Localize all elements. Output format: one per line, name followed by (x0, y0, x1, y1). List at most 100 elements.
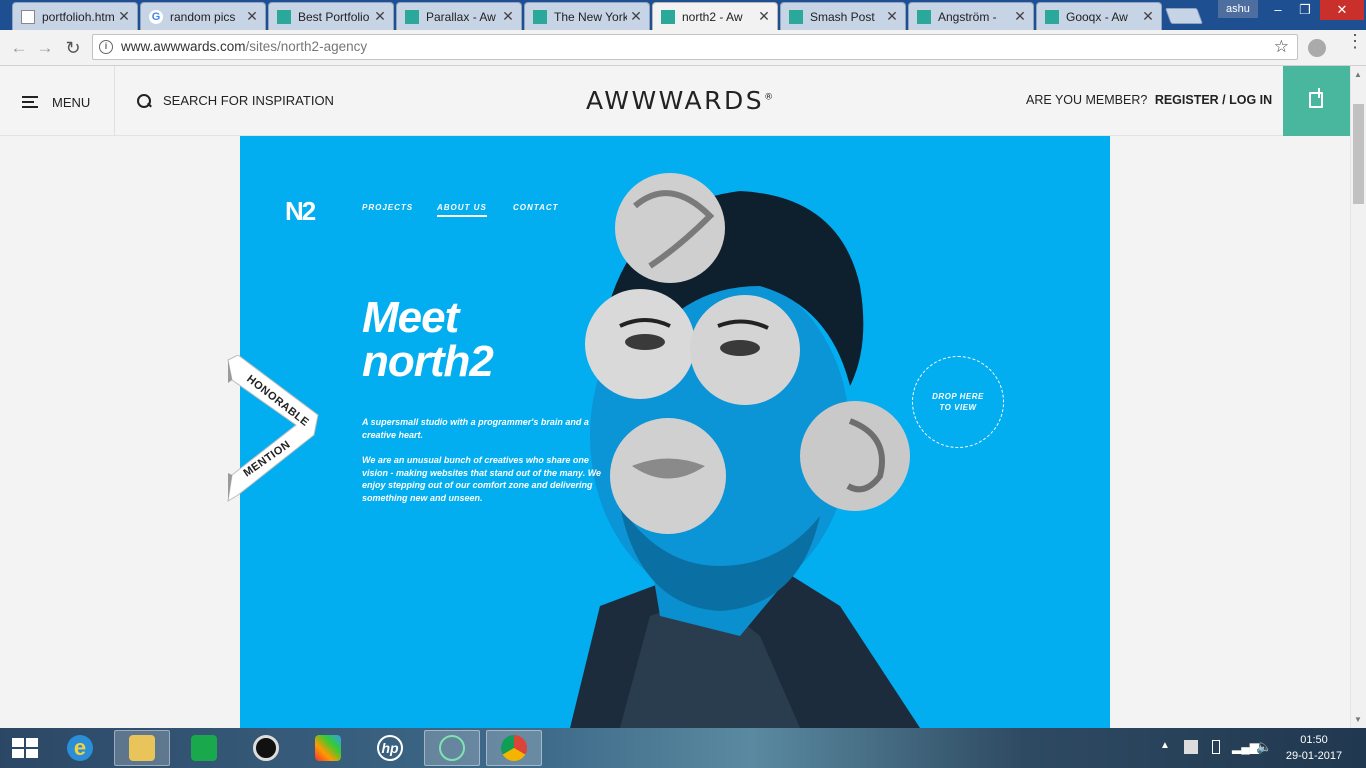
close-icon[interactable]: ✕ (371, 8, 389, 25)
tab-portfolioh[interactable]: portfolioh.html ✕ (12, 2, 138, 30)
ribbon-shape (227, 354, 319, 502)
reload-button[interactable]: ↻ (62, 37, 84, 59)
tab-title: portfolioh.html (42, 9, 115, 24)
preview-description: We are an unusual bunch of creatives who… (362, 455, 602, 503)
info-icon[interactable]: i (99, 40, 113, 54)
tab-title: Parallax - Aw (426, 9, 496, 24)
browser-tab-strip: portfolioh.html ✕ G random pics ✕ Best P… (0, 0, 1366, 30)
url-host: www.awwwards.com (121, 39, 246, 54)
close-icon[interactable]: ✕ (243, 8, 261, 25)
battery-icon[interactable] (1212, 740, 1220, 754)
scroll-thumb[interactable] (1353, 104, 1364, 204)
preview-nav-projects[interactable]: PROJECTS (362, 203, 413, 212)
tab-title: Angström - (938, 9, 997, 24)
hp-icon[interactable]: hp (362, 730, 418, 766)
forward-button[interactable]: → (34, 37, 56, 59)
tab-title: Best Portfolio (298, 9, 370, 24)
north2-logo[interactable]: N2 (285, 196, 316, 227)
submit-icon (1309, 88, 1323, 108)
ie-glyph: e (67, 735, 93, 761)
windows-taskbar: e hp ▲ ▂▄▆ 🔈 01:50 29-01-2017 (0, 728, 1366, 768)
registered-mark: ® (764, 92, 774, 103)
atom-icon[interactable] (424, 730, 480, 766)
site-preview[interactable]: N2 PROJECTS ABOUT US CONTACT Meet north2… (240, 136, 1110, 728)
windows-start-icon[interactable] (12, 738, 38, 758)
submit-site-button[interactable] (1283, 66, 1350, 136)
preview-title: Meet north2 (362, 293, 494, 386)
scroll-down-icon[interactable]: ▼ (1354, 715, 1362, 724)
tab-parallax[interactable]: Parallax - Aw ✕ (396, 2, 522, 30)
bookmark-star-icon[interactable]: ☆ (1274, 35, 1289, 59)
file-explorer-icon[interactable] (114, 730, 170, 766)
awwwards-header: MENU SEARCH FOR INSPIRATION AWWWARDS® AR… (0, 66, 1350, 136)
tab-random-pics[interactable]: G random pics ✕ (140, 2, 266, 30)
close-icon[interactable]: ✕ (883, 8, 901, 25)
awwwards-icon (789, 9, 803, 24)
new-tab-button[interactable] (1165, 8, 1203, 24)
volume-icon[interactable]: 🔈 (1256, 739, 1272, 755)
browser-menu-icon[interactable]: ⋮ (1346, 32, 1364, 50)
close-icon[interactable]: ✕ (755, 8, 773, 25)
page-scrollbar[interactable]: ▲ ▼ (1350, 66, 1366, 728)
chrome-icon[interactable] (486, 730, 542, 766)
honorable-mention-ribbon[interactable]: HONORABLE MENTION (226, 354, 322, 505)
store-icon[interactable] (176, 730, 232, 766)
menu-label: MENU (52, 94, 91, 110)
title-line-1: Meet (362, 293, 459, 342)
awwwards-logo[interactable]: AWWWARDS® (586, 86, 773, 115)
search-icon (137, 93, 151, 108)
minimize-button[interactable]: – (1264, 0, 1292, 20)
profile-button[interactable]: ashu (1218, 0, 1258, 18)
google-icon: G (149, 9, 163, 24)
tray-expand-icon[interactable]: ▲ (1160, 740, 1170, 751)
menu-button[interactable]: MENU (22, 93, 90, 111)
tab-smash-post[interactable]: Smash Post ✕ (780, 2, 906, 30)
back-button[interactable]: ← (8, 37, 30, 59)
tab-new-york[interactable]: The New York ✕ (524, 2, 650, 30)
drop-label-2: TO VIEW (939, 403, 977, 412)
tab-title: north2 - Aw (682, 9, 743, 24)
action-center-icon[interactable] (1184, 740, 1198, 754)
tab-title: Gooqx - Aw (1066, 9, 1128, 24)
clock-date[interactable]: 29-01-2017 (1282, 750, 1346, 762)
member-question: ARE YOU MEMBER? (1026, 93, 1148, 107)
drop-here-target[interactable]: DROP HERE TO VIEW (912, 356, 1004, 448)
browser-toolbar: ← → ↻ i www.awwwards.com/sites/north2-ag… (0, 30, 1366, 66)
store-glyph (191, 735, 217, 761)
preview-nav-about[interactable]: ABOUT US (437, 203, 487, 217)
paint-icon[interactable] (300, 730, 356, 766)
title-line-2: north2 (362, 337, 494, 386)
document-icon (21, 9, 35, 24)
register-login-link[interactable]: REGISTER / LOG IN (1155, 93, 1272, 107)
close-window-button[interactable]: ✕ (1320, 0, 1364, 20)
search-button[interactable]: SEARCH FOR INSPIRATION (137, 93, 334, 108)
restore-button[interactable]: ❐ (1292, 0, 1318, 20)
close-icon[interactable]: ✕ (627, 8, 645, 25)
preview-nav-contact[interactable]: CONTACT (513, 203, 559, 212)
close-icon[interactable]: ✕ (499, 8, 517, 25)
chrome-glyph (501, 735, 527, 761)
scroll-up-icon[interactable]: ▲ (1354, 70, 1362, 79)
network-icon[interactable]: ▂▄▆ (1232, 740, 1259, 754)
tab-angstrom[interactable]: Angström - ✕ (908, 2, 1034, 30)
address-bar[interactable]: i www.awwwards.com/sites/north2-agency ☆ (92, 34, 1298, 60)
tab-title: The New York (554, 9, 627, 24)
hp-glyph: hp (377, 735, 403, 761)
close-icon[interactable]: ✕ (1011, 8, 1029, 25)
member-prompt: ARE YOU MEMBER? REGISTER / LOG IN (1026, 93, 1272, 107)
extension-icon[interactable] (1308, 39, 1326, 57)
close-icon[interactable]: ✕ (115, 8, 133, 25)
clock-time[interactable]: 01:50 (1288, 734, 1340, 746)
header-divider (114, 66, 115, 136)
tab-north2[interactable]: north2 - Aw ✕ (652, 2, 778, 30)
tab-gooqx[interactable]: Gooqx - Aw ✕ (1036, 2, 1162, 30)
media-glyph (253, 735, 279, 761)
tab-best-portfolio[interactable]: Best Portfolio ✕ (268, 2, 394, 30)
awwwards-icon (1045, 9, 1059, 24)
ie-icon[interactable]: e (52, 730, 108, 766)
awwwards-icon (917, 9, 931, 24)
drop-label-1: DROP HERE (932, 392, 984, 401)
folder-glyph (129, 735, 155, 761)
close-icon[interactable]: ✕ (1139, 8, 1157, 25)
media-icon[interactable] (238, 730, 294, 766)
